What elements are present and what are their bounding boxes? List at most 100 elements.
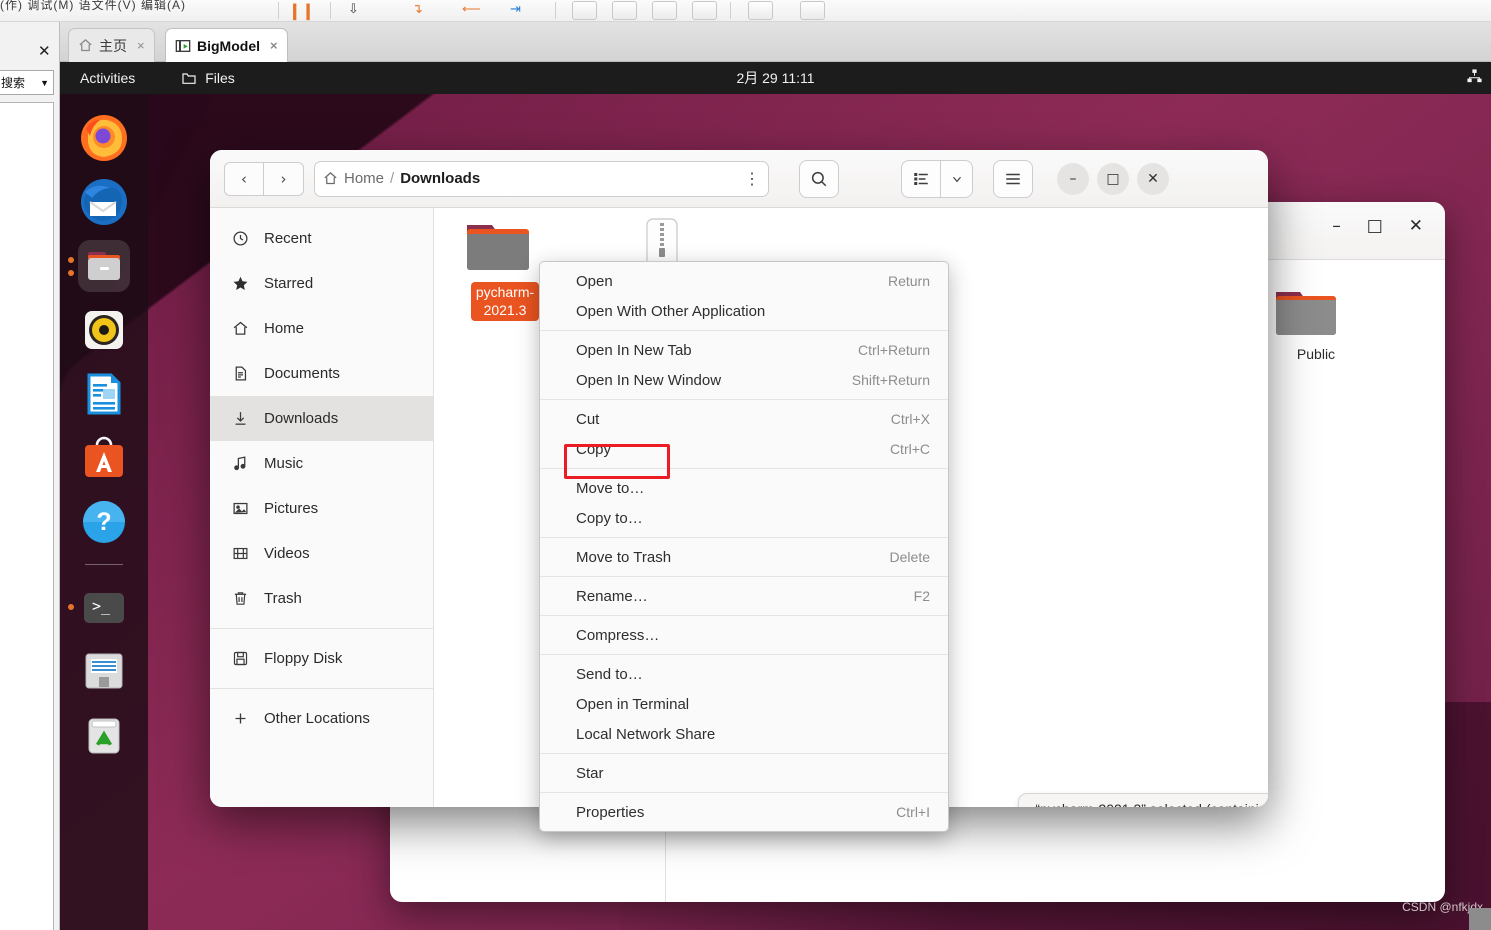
main-menu-button[interactable] (993, 159, 1033, 198)
sidebar-item-downloads[interactable]: Downloads (210, 396, 433, 441)
dock-divider (85, 564, 123, 565)
dock-item-disks[interactable] (78, 645, 130, 697)
browser-tab-bigmodel[interactable]: BigModel × (165, 28, 288, 62)
close-icon[interactable]: × (137, 38, 145, 53)
plus-icon (230, 710, 250, 727)
sidebar-item-documents[interactable]: Documents (210, 351, 433, 396)
context-menu-item-move-to[interactable]: Move to… (540, 473, 948, 503)
context-menu-item-open-with-other-application[interactable]: Open With Other Application (540, 296, 948, 326)
context-menu-item-accel: Delete (889, 549, 930, 565)
hamburger-menu-icon (1004, 170, 1022, 188)
pathbar-home[interactable]: Home (323, 170, 384, 187)
host-app-menubar[interactable]: (作) 调试(M) 语文件(V) 编辑(A) (0, 0, 470, 13)
context-menu-item-star[interactable]: Star (540, 758, 948, 788)
step-down-icon[interactable]: ⇩ (348, 1, 359, 17)
dock-item-help[interactable]: ? (78, 496, 130, 548)
system-status-area[interactable] (1466, 68, 1483, 85)
file-item-pycharm[interactable]: pycharm- 2021.3 (460, 216, 550, 321)
view-options-dropdown[interactable] (941, 159, 973, 198)
export-button[interactable] (800, 1, 825, 20)
sidebar-item-pictures[interactable]: Pictures (210, 486, 433, 531)
sidebar-item-home[interactable]: Home (210, 306, 433, 351)
pathbar-separator: / (390, 170, 395, 187)
step-into-icon[interactable]: ↴ (412, 1, 423, 17)
pause-icon[interactable]: ❙❙ (288, 1, 315, 21)
context-menu-item-send-to[interactable]: Send to… (540, 659, 948, 689)
host-left-panel-body (0, 102, 54, 930)
chevron-down-icon (950, 172, 964, 186)
sidebar-item-trash[interactable]: Trash (210, 576, 433, 621)
list-view-button[interactable] (901, 159, 941, 198)
home-icon (323, 171, 338, 186)
sidebar-item-music[interactable]: Music (210, 441, 433, 486)
context-menu-item-rename[interactable]: Rename… F2 (540, 581, 948, 611)
sidebar-item-videos[interactable]: Videos (210, 531, 433, 576)
close-button[interactable]: ✕ (1137, 162, 1169, 195)
forward-button[interactable]: › (264, 161, 304, 196)
running-indicator (68, 604, 74, 610)
browser-tab-home[interactable]: 主页 × (68, 28, 155, 62)
dock-item-terminal[interactable]: >_ (68, 581, 130, 633)
clock-icon (230, 230, 250, 247)
context-menu-item-copy[interactable]: Copy Ctrl+C (540, 434, 948, 464)
background-window-controls[interactable]: – □ ✕ (1332, 216, 1423, 236)
context-menu-item-label: Compress… (576, 626, 660, 644)
sidebar-item-floppy-disk[interactable]: Floppy Disk (210, 636, 433, 681)
vertical-dots-icon[interactable]: ⋮ (744, 169, 760, 189)
context-menu-item-move-to-trash[interactable]: Move to Trash Delete (540, 542, 948, 572)
close-icon[interactable]: × (270, 38, 278, 53)
dock-item-trash[interactable] (78, 709, 130, 761)
sidebar-item-starred[interactable]: Starred (210, 261, 433, 306)
dock-item-files[interactable] (68, 240, 130, 292)
layout-left-button[interactable] (572, 1, 597, 20)
pathbar-current-label[interactable]: Downloads (400, 170, 480, 187)
layout-copy-button[interactable] (652, 1, 677, 20)
browser-tabstrip: 主页 × BigModel × (60, 22, 1491, 62)
trash-icon (230, 590, 250, 607)
close-icon[interactable]: ✕ (1409, 216, 1423, 236)
context-menu-item-open-in-new-tab[interactable]: Open In New Tab Ctrl+Return (540, 335, 948, 365)
layout-split-button[interactable] (612, 1, 637, 20)
context-menu-item-compress[interactable]: Compress… (540, 620, 948, 650)
context-menu-item-label: Copy (576, 440, 612, 458)
context-menu-item-label: Cut (576, 410, 600, 428)
dock-item-libreoffice-writer[interactable] (78, 368, 130, 420)
clock[interactable]: 2月 29 11:11 (60, 68, 1491, 88)
sidebar-item-other-locations[interactable]: Other Locations (210, 696, 433, 741)
context-menu-divider (540, 753, 948, 754)
context-menu[interactable]: Open Return Open With Other Application … (539, 261, 949, 832)
context-menu-item-open-in-new-window[interactable]: Open In New Window Shift+Return (540, 365, 948, 395)
context-menu-item-copy-to[interactable]: Copy to… (540, 503, 948, 533)
dock-item-thunderbird[interactable] (78, 176, 130, 228)
context-menu-item-properties[interactable]: Properties Ctrl+I (540, 797, 948, 827)
network-icon (1466, 68, 1483, 85)
context-menu-item-open-in-terminal[interactable]: Open in Terminal (540, 689, 948, 719)
back-button[interactable]: ‹ (224, 161, 264, 196)
sidebar-item-label: Music (264, 455, 304, 472)
dock-item-firefox[interactable] (78, 112, 130, 164)
search-button[interactable] (799, 159, 839, 198)
save-image-button[interactable] (748, 1, 773, 20)
image-icon (230, 500, 250, 517)
layout-clear-button[interactable] (692, 1, 717, 20)
context-menu-item-open[interactable]: Open Return (540, 266, 948, 296)
file-item[interactable]: Public (1270, 280, 1362, 362)
sidebar-item-recent[interactable]: Recent (210, 216, 433, 261)
search-combobox[interactable]: 搜索 ▼ (0, 70, 54, 95)
dock-item-rhythmbox[interactable] (78, 304, 130, 356)
context-menu-item-local-network-share[interactable]: Local Network Share (540, 719, 948, 749)
context-menu-item-accel: Return (887, 273, 930, 289)
step-out-icon[interactable]: ⇥ (510, 1, 521, 17)
maximize-button[interactable]: □ (1097, 162, 1129, 195)
context-menu-item-cut[interactable]: Cut Ctrl+X (540, 404, 948, 434)
pathbar[interactable]: Home / Downloads ⋮ (314, 160, 769, 197)
minimize-button[interactable]: – (1057, 162, 1089, 195)
context-menu-divider (540, 537, 948, 538)
file-label: pycharm- 2021.3 (470, 282, 540, 321)
maximize-icon[interactable]: □ (1367, 216, 1383, 236)
dock-item-ubuntu-software[interactable] (78, 432, 130, 484)
step-back-icon[interactable]: ⟵ (462, 1, 481, 17)
toolbar-divider (730, 2, 731, 19)
minimize-icon[interactable]: – (1332, 216, 1341, 236)
close-icon[interactable]: ✕ (38, 44, 51, 59)
